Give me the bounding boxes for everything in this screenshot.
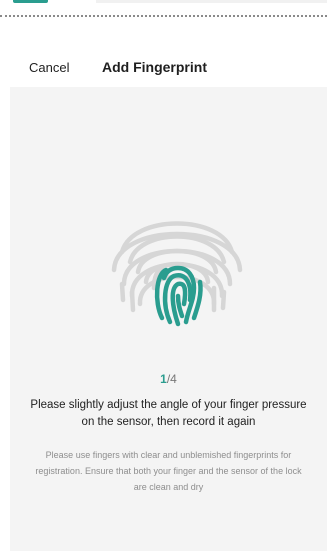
- content-panel: 1/4 Please slightly adjust the angle of …: [10, 87, 327, 551]
- progress-total: /4: [166, 372, 177, 386]
- fingerprint-icon: [102, 192, 252, 342]
- accent-bar-remnant: [13, 0, 48, 3]
- progress-counter: 1/4: [10, 372, 327, 386]
- tip-text: Please use fingers with clear and unblem…: [35, 450, 302, 492]
- main-instruction: Please slightly adjust the angle of your…: [30, 399, 307, 428]
- grey-bar-remnant: [96, 0, 327, 3]
- cancel-button[interactable]: Cancel: [29, 60, 69, 75]
- nav-bar: Add Fingerprint Cancel: [0, 52, 327, 82]
- progress-current: 1: [160, 372, 167, 386]
- dotted-divider: [0, 15, 327, 17]
- top-remnant: [0, 0, 327, 6]
